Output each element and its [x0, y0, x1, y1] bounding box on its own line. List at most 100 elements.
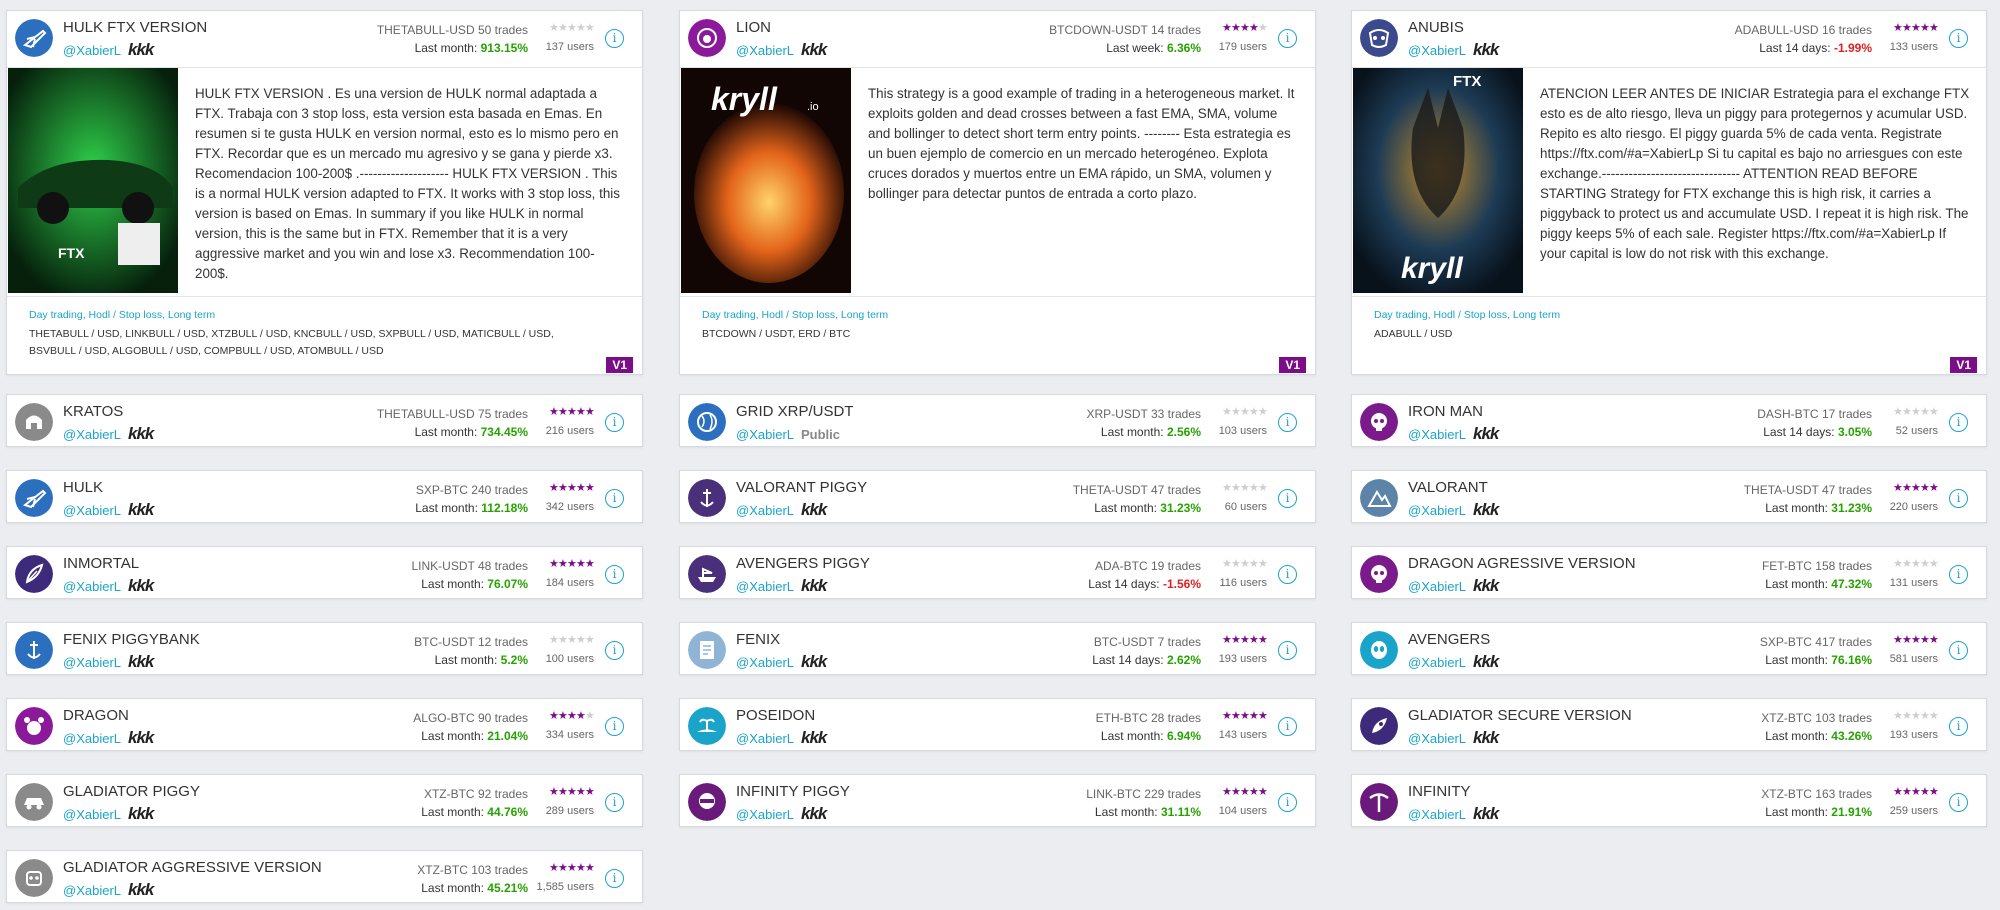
info-icon[interactable]: i: [1949, 413, 1968, 432]
info-icon[interactable]: i: [1949, 565, 1968, 584]
info-icon[interactable]: i: [605, 565, 624, 584]
bot-card[interactable]: INMORTAL @XabierL kkk LINK-USDT 48 trades La…: [6, 546, 643, 599]
info-icon[interactable]: i: [605, 717, 624, 736]
author-link[interactable]: @XabierL: [736, 655, 794, 670]
info-icon[interactable]: i: [1278, 793, 1297, 812]
info-icon[interactable]: i: [605, 793, 624, 812]
bot-name[interactable]: LION: [736, 19, 771, 36]
bot-name[interactable]: INFINITY: [1408, 783, 1471, 800]
bot-name[interactable]: AVENGERS: [1408, 631, 1490, 648]
bot-card[interactable]: INFINITY PIGGY @XabierL kkk LINK-BTC 229 tr…: [679, 774, 1316, 827]
bot-name[interactable]: VALORANT PIGGY: [736, 479, 867, 496]
author-link[interactable]: @XabierL: [1408, 43, 1466, 58]
bot-card[interactable]: POSEIDON @XabierL kkk ETH-BTC 28 trades Last…: [679, 698, 1316, 751]
bot-card[interactable]: INFINITY @XabierL kkk XTZ-BTC 163 trades Las…: [1351, 774, 1987, 827]
author-link[interactable]: @XabierL: [63, 427, 121, 442]
bot-name[interactable]: GLADIATOR PIGGY: [63, 783, 200, 800]
bot-card[interactable]: FENIX PIGGYBANK @XabierL kkk BTC-USDT 12 tr…: [6, 622, 643, 675]
bot-name[interactable]: IRON MAN: [1408, 403, 1483, 420]
author-link[interactable]: @XabierL: [736, 43, 794, 58]
bot-name[interactable]: DRAGON AGRESSIVE VERSION: [1408, 555, 1636, 572]
kryll-brand-logo: kkk: [128, 804, 154, 823]
author-link[interactable]: @XabierL: [736, 503, 794, 518]
bot-name[interactable]: HULK FTX VERSION: [63, 19, 207, 36]
bot-card[interactable]: DRAGON @XabierL kkk ALGO-BTC 90 trades Last …: [6, 698, 643, 751]
bot-name[interactable]: GLADIATOR SECURE VERSION: [1408, 707, 1632, 724]
star-icon: ★: [1231, 634, 1241, 646]
featured-bot-card[interactable]: HULK FTX VERSION @XabierL kkk THETABULL-USD…: [6, 10, 643, 375]
bot-card[interactable]: VALORANT @XabierL kkk THETA-USDT 47 trades L…: [1351, 470, 1987, 523]
author-link[interactable]: @XabierL: [1408, 579, 1466, 594]
info-icon[interactable]: i: [605, 29, 624, 48]
author-link[interactable]: @XabierL: [63, 731, 121, 746]
info-icon[interactable]: i: [1278, 413, 1297, 432]
info-icon[interactable]: i: [605, 413, 624, 432]
bot-name[interactable]: POSEIDON: [736, 707, 815, 724]
info-icon[interactable]: i: [1949, 793, 1968, 812]
bot-name[interactable]: INMORTAL: [63, 555, 139, 572]
author-link[interactable]: @XabierL: [736, 731, 794, 746]
featured-bot-card[interactable]: ANUBIS @XabierL kkk ADABULL-USD 16 trades La…: [1351, 10, 1987, 375]
info-icon[interactable]: i: [1949, 29, 1968, 48]
author-link[interactable]: @XabierL: [63, 503, 121, 518]
author-link[interactable]: @XabierL: [736, 807, 794, 822]
info-icon[interactable]: i: [605, 641, 624, 660]
performance-period: Last month:: [1765, 577, 1828, 591]
trading-pair: THETABULL-USD: [376, 23, 475, 37]
bot-name[interactable]: KRATOS: [63, 403, 123, 420]
user-count: 143 users: [1218, 729, 1267, 741]
trade-count: 229 trades: [1144, 787, 1201, 801]
bot-name[interactable]: DRAGON: [63, 707, 129, 724]
bot-card[interactable]: IRON MAN @XabierL kkk DASH-BTC 17 trades Las…: [1351, 394, 1987, 447]
bot-card[interactable]: KRATOS @XabierL kkk THETABULL-USD 75 trades…: [6, 394, 643, 447]
author-link[interactable]: @XabierL: [63, 807, 121, 822]
bot-card[interactable]: GRID XRP/USDT @XabierL Public XRP-USDT 33 t…: [679, 394, 1316, 447]
bot-card[interactable]: GLADIATOR PIGGY @XabierL kkk XTZ-BTC 92 tra…: [6, 774, 643, 827]
author-link[interactable]: @XabierL: [1408, 427, 1466, 442]
info-icon[interactable]: i: [1278, 29, 1297, 48]
author-link[interactable]: @XabierL: [63, 579, 121, 594]
author-link[interactable]: @XabierL: [63, 883, 121, 898]
info-icon[interactable]: i: [1949, 641, 1968, 660]
bot-name[interactable]: ANUBIS: [1408, 19, 1464, 36]
kryll-brand-logo: kkk: [801, 804, 827, 823]
author-link[interactable]: @XabierL: [736, 579, 794, 594]
info-icon[interactable]: i: [1949, 489, 1968, 508]
bot-name[interactable]: GLADIATOR AGGRESSIVE VERSION: [63, 859, 322, 876]
info-icon[interactable]: i: [1278, 489, 1297, 508]
author-link[interactable]: @XabierL: [1408, 655, 1466, 670]
author-link[interactable]: @XabierL: [1408, 503, 1466, 518]
bot-card[interactable]: AVENGERS @XabierL kkk SXP-BTC 417 trades Las…: [1351, 622, 1987, 675]
author-link[interactable]: @XabierL: [1408, 731, 1466, 746]
bot-name[interactable]: INFINITY PIGGY: [736, 783, 850, 800]
bot-card[interactable]: GLADIATOR SECURE VERSION @XabierL kkk XTZ-B…: [1351, 698, 1987, 751]
star-icon: ★: [1893, 482, 1903, 494]
info-icon[interactable]: i: [1949, 717, 1968, 736]
bot-card[interactable]: VALORANT PIGGY @XabierL kkk THETA-USDT 47 t…: [679, 470, 1316, 523]
author-link[interactable]: @XabierL: [63, 43, 121, 58]
info-icon[interactable]: i: [605, 489, 624, 508]
bot-card[interactable]: FENIX @XabierL kkk BTC-USDT 7 trades Last 14…: [679, 622, 1316, 675]
info-icon[interactable]: i: [1278, 565, 1297, 584]
info-icon[interactable]: i: [605, 869, 624, 888]
info-icon[interactable]: i: [1278, 641, 1297, 660]
bot-name[interactable]: HULK: [63, 479, 103, 496]
car-icon: [15, 783, 53, 821]
user-count: 52 users: [1895, 425, 1938, 437]
bot-name[interactable]: AVENGERS PIGGY: [736, 555, 870, 572]
author-link[interactable]: @XabierL: [1408, 807, 1466, 822]
ninja-icon: [688, 783, 726, 821]
featured-bot-card[interactable]: LION @XabierL kkk BTCDOWN-USDT 14 trades Las…: [679, 10, 1316, 375]
bot-name[interactable]: VALORANT: [1408, 479, 1488, 496]
bot-name[interactable]: GRID XRP/USDT: [736, 403, 854, 420]
author-link[interactable]: @XabierL: [736, 427, 794, 442]
performance-value: 21.04%: [487, 729, 528, 743]
author-link[interactable]: @XabierL: [63, 655, 121, 670]
bot-name[interactable]: FENIX: [736, 631, 780, 648]
bot-card[interactable]: GLADIATOR AGGRESSIVE VERSION @XabierL kkk X…: [6, 850, 643, 903]
bot-card[interactable]: HULK @XabierL kkk SXP-BTC 240 trades Last mo…: [6, 470, 643, 523]
bot-card[interactable]: AVENGERS PIGGY @XabierL kkk ADA-BTC 19 trad…: [679, 546, 1316, 599]
bot-name[interactable]: FENIX PIGGYBANK: [63, 631, 200, 648]
info-icon[interactable]: i: [1278, 717, 1297, 736]
bot-card[interactable]: DRAGON AGRESSIVE VERSION @XabierL kkk FET-B…: [1351, 546, 1987, 599]
